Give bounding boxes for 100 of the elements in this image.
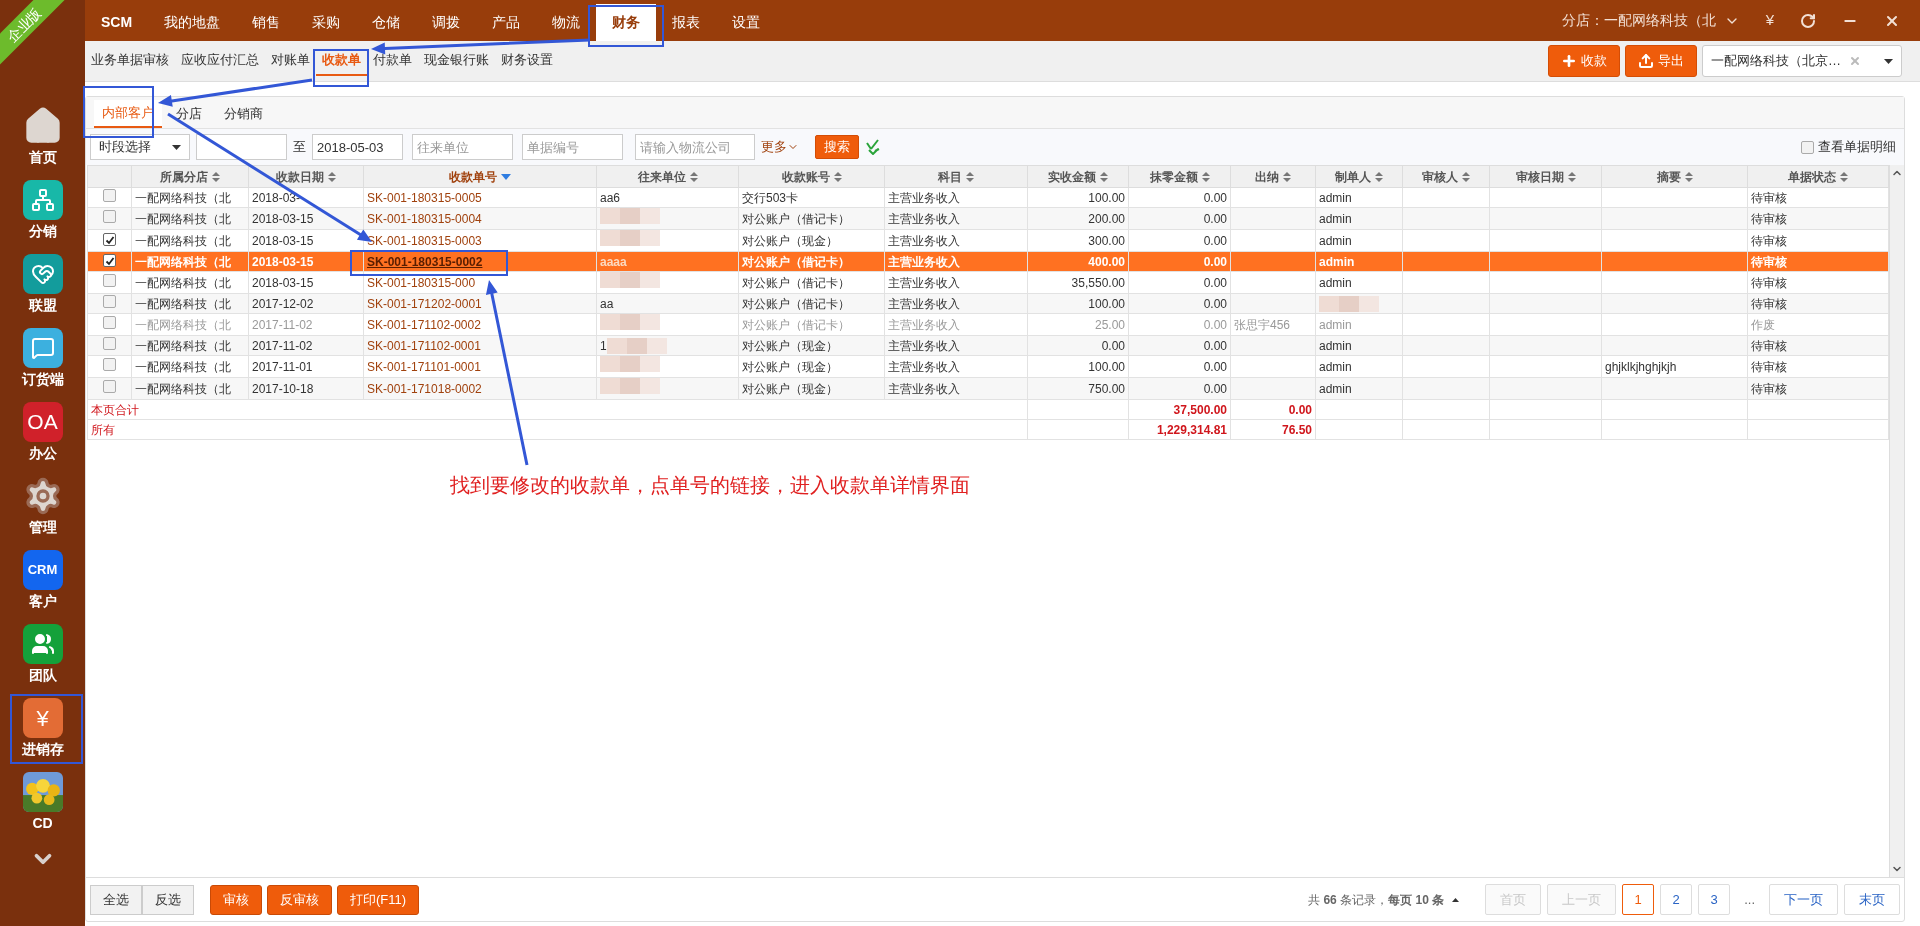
annotation-box bbox=[313, 49, 369, 87]
table-row[interactable]: 一配网络科技（北 2018-03-15 SK-001-180315-0002 aaaa 对公账户（借记卡） 主营业务收入 400.00 0.00 admin 待审核 bbox=[87, 251, 1889, 272]
row-checkbox[interactable] bbox=[103, 315, 116, 329]
sidebar-item[interactable]: 办公 bbox=[28, 444, 57, 462]
sub-nav-tab[interactable]: 财务设置 bbox=[495, 46, 559, 76]
row-checkbox[interactable] bbox=[103, 254, 116, 267]
nav-tab[interactable]: 财务 bbox=[596, 4, 657, 41]
column-header[interactable]: 科目 bbox=[884, 165, 1028, 188]
column-header[interactable]: 审核人 bbox=[1402, 165, 1490, 188]
row-checkbox[interactable] bbox=[103, 233, 116, 246]
sidebar-item[interactable]: 客户 bbox=[28, 592, 57, 610]
table-row[interactable]: 一配网络科技（北 2018-03-15 SK-001-180315-000 对公账户（借记卡） 主营业务收入 35,550.00 0.00 admin 待审核 bbox=[87, 271, 1889, 294]
column-header[interactable]: 单据状态 bbox=[1747, 165, 1889, 188]
sidebar-item[interactable]: 订货端 bbox=[21, 370, 64, 388]
nav-tab[interactable]: 产品 bbox=[476, 4, 537, 41]
maker-cell: admin bbox=[1315, 251, 1403, 272]
row-checkbox[interactable] bbox=[103, 357, 116, 371]
page-nav-button[interactable]: 末页 bbox=[1844, 884, 1900, 915]
table-cell: 0.00 bbox=[1128, 355, 1231, 378]
sidebar-item[interactable]: 进销存 bbox=[21, 740, 64, 758]
company-select[interactable]: 一配网络科技（北京… bbox=[1702, 45, 1902, 77]
table-cell: 主营业务收入 bbox=[884, 293, 1028, 314]
row-checkbox[interactable] bbox=[103, 379, 116, 393]
sidebar-item[interactable]: 分销 bbox=[28, 222, 57, 240]
column-header[interactable]: 抹零金额 bbox=[1128, 165, 1231, 188]
page-button[interactable]: 3 bbox=[1698, 884, 1731, 915]
nav-tab[interactable]: 调拨 bbox=[416, 4, 477, 41]
sub-nav-tab[interactable]: 对账单 bbox=[265, 46, 316, 76]
column-header[interactable]: 实收金额 bbox=[1027, 165, 1129, 188]
column-header[interactable]: 往来单位 bbox=[596, 165, 739, 188]
sidebar-item[interactable]: 管理 bbox=[28, 518, 57, 536]
customer-tab[interactable]: 分店 bbox=[168, 100, 210, 128]
table-cell: 一配网络科技（北 bbox=[131, 187, 249, 208]
table-row[interactable]: 一配网络科技（北 2017-11-02 SK-001-171102-0001 1 对公账户（现金） 主营业务收入 0.00 0.00 admin 待审核 bbox=[87, 335, 1889, 356]
nav-tab[interactable]: 销售 bbox=[236, 4, 297, 41]
maker-cell: admin bbox=[1315, 271, 1403, 294]
select-button[interactable]: 反选 bbox=[142, 884, 194, 915]
sub-nav-tab[interactable]: 业务单据审核 bbox=[85, 46, 175, 76]
currency-button[interactable]: ¥ bbox=[1765, 9, 1774, 32]
column-header[interactable]: 审核日期 bbox=[1489, 165, 1602, 188]
table-row[interactable]: 一配网络科技（北 2018-03-15 SK-001-180315-0003 对公账户（现金） 主营业务收入 300.00 0.00 admin 待审核 bbox=[87, 229, 1889, 252]
table-cell: 对公账户（借记卡） bbox=[738, 207, 885, 230]
row-checkbox[interactable] bbox=[103, 188, 116, 202]
table-row[interactable]: 一配网络科技（北 2017-12-02 SK-001-171202-0001 aa 对公账户（借记卡） 主营业务收入 100.00 0.00 待审核 bbox=[87, 293, 1889, 314]
nav-tab[interactable]: 设置 bbox=[716, 4, 777, 41]
date-from-field[interactable] bbox=[196, 134, 287, 160]
nav-tab[interactable]: 采购 bbox=[296, 4, 357, 41]
table-cell: 主营业务收入 bbox=[884, 313, 1028, 336]
clear-icon[interactable] bbox=[1849, 55, 1861, 67]
table-row[interactable]: 一配网络科技（北 2018-03- SK-001-180315-0005 aa6 交行503卡 主营业务收入 100.00 0.00 admin 待审核 bbox=[87, 187, 1889, 208]
table-row[interactable]: 一配网络科技（北 2017-11-02 SK-001-171102-0002 对公账户（借记卡） 主营业务收入 25.00 0.00 张思宇456 admin 作废 bbox=[87, 313, 1889, 336]
refresh-icon[interactable] bbox=[1800, 12, 1816, 29]
filter-field[interactable]: 请输入物流公司 bbox=[635, 134, 755, 160]
nav-tab[interactable]: 报表 bbox=[656, 4, 717, 41]
customer-tab[interactable]: 分销商 bbox=[216, 100, 271, 128]
filter-field[interactable]: 单据编号 bbox=[522, 134, 623, 160]
sub-nav-tab[interactable]: 现金银行账 bbox=[418, 46, 495, 76]
column-header[interactable]: 收款账号 bbox=[738, 165, 885, 188]
table-row[interactable]: 一配网络科技（北 2017-11-01 SK-001-171101-0001 对公账户（现金） 主营业务收入 100.00 0.00 admin ghjklkjhghjkjh 待审核 bbox=[87, 355, 1889, 378]
table-cell: 对公账户（借记卡） bbox=[738, 293, 885, 314]
nav-tab[interactable]: SCM bbox=[85, 4, 149, 41]
page-nav-button[interactable]: 下一页 bbox=[1769, 884, 1838, 915]
blurred-patch bbox=[1319, 296, 1379, 313]
column-header[interactable]: 收款单号 bbox=[363, 165, 597, 188]
handshake-icon bbox=[22, 254, 63, 294]
detail-checkbox[interactable] bbox=[1801, 140, 1814, 154]
nav-tab[interactable]: 物流 bbox=[536, 4, 597, 41]
sidebar-item[interactable]: CD bbox=[32, 814, 53, 832]
sidebar-item[interactable]: 首页 bbox=[28, 148, 57, 166]
filter-field[interactable]: 往来单位 bbox=[412, 134, 513, 160]
sidebar-item[interactable]: 团队 bbox=[28, 666, 57, 684]
page-button[interactable]: 1 bbox=[1622, 884, 1655, 915]
scrollbar[interactable] bbox=[1889, 165, 1904, 877]
page-button[interactable]: 2 bbox=[1660, 884, 1693, 915]
date-to-field[interactable]: 2018-05-03 bbox=[312, 134, 403, 160]
blurred-patch bbox=[606, 337, 667, 354]
blurred-patch bbox=[600, 230, 660, 246]
sidebar-item[interactable]: 联盟 bbox=[28, 296, 57, 314]
more-link[interactable]: 更多 bbox=[761, 137, 787, 157]
nav-tab[interactable]: 仓储 bbox=[356, 4, 417, 41]
caret-up-icon[interactable] bbox=[1452, 897, 1460, 902]
page-ellipsis: ... bbox=[1743, 890, 1756, 909]
table-row[interactable]: 一配网络科技（北 2018-03-15 SK-001-180315-0004 对公账户（借记卡） 主营业务收入 200.00 0.00 admin 待审核 bbox=[87, 207, 1889, 230]
select-button[interactable]: 全选 bbox=[90, 884, 142, 915]
branch-label[interactable]: 分店：一配网络科技（北 bbox=[1561, 10, 1716, 31]
sub-nav-tab[interactable]: 应收应付汇总 bbox=[175, 46, 265, 76]
column-header[interactable]: 所属分店 bbox=[131, 165, 249, 188]
table-cell: 待审核 bbox=[1747, 207, 1889, 230]
row-checkbox[interactable] bbox=[103, 336, 116, 350]
row-checkbox[interactable] bbox=[103, 294, 116, 308]
table-row[interactable]: 一配网络科技（北 2017-10-18 SK-001-171018-0002 对公账户（现金） 主营业务收入 750.00 0.00 admin 待审核 bbox=[87, 377, 1889, 400]
column-header[interactable]: 制单人 bbox=[1315, 165, 1403, 188]
row-checkbox[interactable] bbox=[103, 273, 116, 287]
period-select[interactable]: 时段选择 bbox=[90, 134, 190, 160]
sub-nav-tab[interactable]: 付款单 bbox=[367, 46, 418, 76]
column-header[interactable]: 摘要 bbox=[1601, 165, 1748, 188]
column-header[interactable]: 出纳 bbox=[1230, 165, 1316, 188]
row-checkbox[interactable] bbox=[103, 209, 116, 223]
table-cell: 一配网络科技（北 bbox=[131, 377, 249, 400]
nav-tab[interactable]: 我的地盘 bbox=[148, 4, 237, 41]
